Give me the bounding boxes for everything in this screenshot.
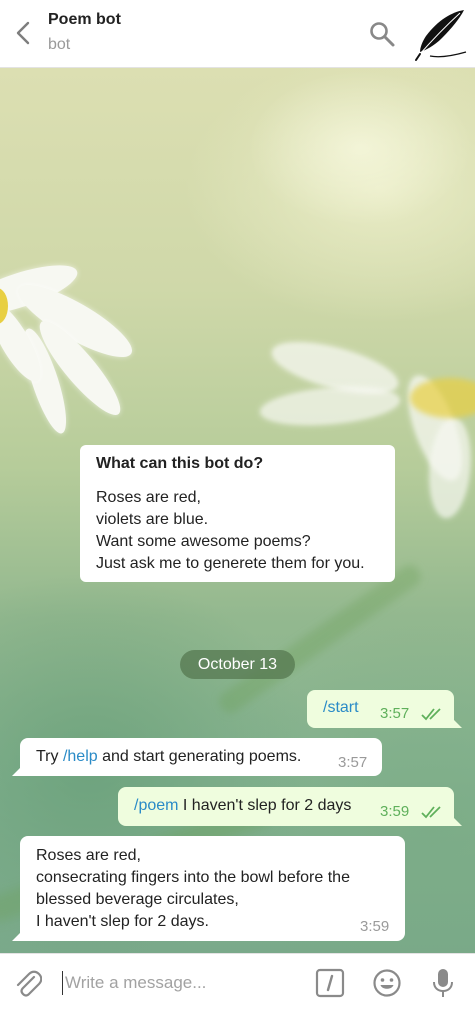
double-check-icon	[421, 806, 441, 819]
message-text-prefix: Try	[36, 748, 63, 765]
bot-info-line: Want some awesome poems?	[96, 533, 311, 550]
message-bubble-incoming[interactable]: Roses are red, consecrating fingers into…	[12, 836, 405, 941]
message-text: Try /help and start generating poems.	[36, 748, 301, 766]
message-time: 3:59	[360, 918, 390, 935]
message-time: 3:57	[380, 705, 410, 722]
message-time: 3:57	[338, 754, 368, 771]
message-text: /poem I haven't slep for 2 days	[134, 797, 351, 815]
bot-info-line: Roses are red,	[96, 489, 201, 506]
chat-title[interactable]: Poem bot	[48, 11, 121, 29]
chat-subtitle: bot	[48, 36, 71, 53]
message-time: 3:59	[380, 803, 410, 820]
emoji-icon[interactable]	[372, 968, 402, 998]
microphone-icon[interactable]	[430, 968, 456, 998]
command-link[interactable]: /start	[323, 699, 359, 717]
date-separator: October 13	[180, 650, 295, 679]
bubble-tail	[12, 766, 22, 776]
bubble-tail	[12, 931, 22, 941]
message-line: consecrating fingers into the bowl befor…	[36, 869, 350, 886]
message-bubble-outgoing[interactable]: /poem I haven't slep for 2 days 3:59	[118, 787, 462, 826]
back-arrow-icon[interactable]	[10, 18, 38, 48]
bot-info-line: Just ask me to generete them for you.	[96, 555, 365, 572]
wallpaper-petal	[258, 381, 402, 431]
feather-avatar-icon[interactable]	[412, 6, 468, 62]
message-line: blessed beverage circulates,	[36, 891, 239, 908]
search-icon[interactable]	[368, 20, 396, 48]
chat-header: Poem bot bot	[0, 0, 475, 68]
message-text-rest: I haven't slep for 2 days	[178, 797, 352, 814]
message-text-rest: and start generating poems.	[97, 748, 302, 765]
message-input[interactable]	[62, 971, 292, 995]
slash-command-icon[interactable]	[315, 968, 345, 998]
message-composer	[0, 953, 475, 1011]
message-line: Roses are red,	[36, 847, 141, 864]
message-line: I haven't slep for 2 days.	[36, 913, 209, 930]
bubble-tail	[452, 718, 462, 728]
bot-info-line: violets are blue.	[96, 511, 209, 528]
message-bubble-incoming[interactable]: Try /help and start generating poems. 3:…	[12, 738, 382, 776]
double-check-icon	[421, 708, 441, 721]
bubble-tail	[452, 816, 462, 826]
paperclip-icon[interactable]	[12, 968, 42, 998]
bot-info-card: What can this bot do? Roses are red, vio…	[80, 445, 395, 582]
command-link[interactable]: /poem	[134, 797, 178, 814]
command-link[interactable]: /help	[63, 748, 98, 765]
message-text: Roses are red, consecrating fingers into…	[36, 845, 350, 933]
message-bubble-outgoing[interactable]: /start 3:57	[307, 690, 462, 728]
bot-info-title: What can this bot do?	[96, 455, 264, 472]
